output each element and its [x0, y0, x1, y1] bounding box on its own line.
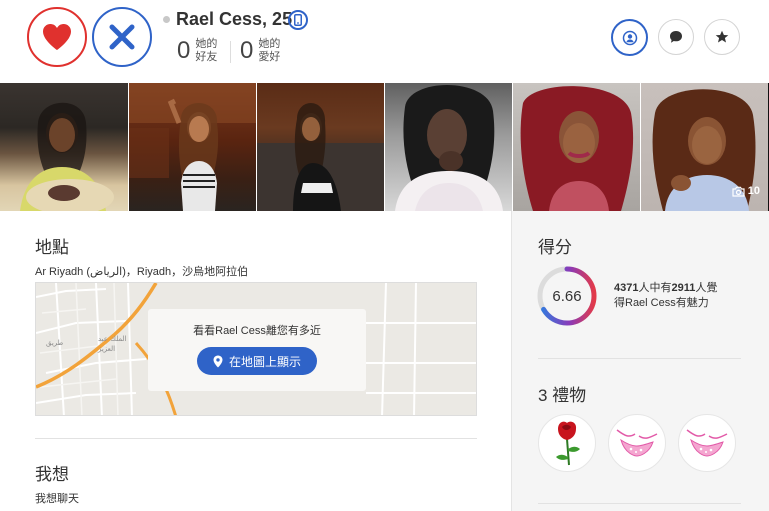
heart-icon: [43, 24, 71, 50]
online-status-dot: [163, 16, 170, 23]
user-icon: [622, 30, 637, 45]
section-divider: [538, 358, 741, 359]
show-on-map-label: 在地圖上顯示: [228, 354, 301, 369]
location-text: Ar Riyadh (الرياض)，Riyadh，沙烏地阿拉伯: [35, 266, 249, 278]
profile-button[interactable]: [611, 19, 648, 56]
svg-text:طريق: طريق: [46, 339, 64, 347]
gift-bikini[interactable]: [608, 414, 666, 472]
bikini-icon: [686, 429, 728, 457]
want-text: 我想聊天: [35, 493, 79, 505]
bikini-icon: [616, 429, 658, 457]
photo-thumbnail[interactable]: [0, 83, 128, 211]
photo-strip: 10: [0, 83, 769, 211]
want-title: 我想: [35, 465, 69, 484]
hobbies-count: 0: [240, 37, 254, 64]
friends-count: 0: [177, 37, 191, 64]
svg-text:العزيز: العزيز: [97, 345, 115, 353]
svg-text:الملك عبد: الملك عبد: [98, 335, 127, 343]
like-button[interactable]: [27, 7, 87, 67]
phone-verified-icon[interactable]: [288, 10, 308, 30]
friends-label: 她的 好友: [195, 38, 218, 63]
photo-thumbnail[interactable]: 10: [640, 83, 768, 211]
location-title: 地點: [35, 238, 69, 257]
stat-divider: [230, 41, 231, 63]
star-icon: [715, 30, 729, 43]
photo-thumbnail[interactable]: [512, 83, 640, 211]
location-map[interactable]: طريق الملك عبد العزيز 看看Rael Cess離您有多近 在…: [35, 282, 477, 416]
close-icon: [109, 24, 135, 50]
map-prompt-text: 看看Rael Cess離您有多近: [193, 325, 321, 337]
gift-bikini[interactable]: [678, 414, 736, 472]
section-divider: [35, 438, 477, 439]
map-overlay-card: 看看Rael Cess離您有多近 在地圖上顯示: [148, 309, 366, 391]
score-value: 6.66: [552, 287, 582, 305]
show-on-map-button[interactable]: 在地圖上顯示: [197, 347, 317, 375]
photo-count: 10: [747, 185, 760, 197]
map-pin-icon: [213, 355, 223, 367]
score-title: 得分: [538, 238, 572, 257]
camera-icon: [732, 186, 745, 197]
section-divider: [538, 503, 741, 504]
friends-stat[interactable]: 0 她的 好友: [177, 36, 221, 66]
photo-thumbnail[interactable]: [256, 83, 384, 211]
pass-button[interactable]: [92, 7, 152, 67]
hobbies-stat[interactable]: 0 她的 愛好: [240, 36, 284, 66]
profile-header: Rael Cess, 25 0 她的 好友 0 她的 愛好: [0, 0, 769, 83]
chat-button[interactable]: [658, 19, 694, 55]
score-description: 4371人中有2911人覺 得Rael Cess有魅力: [614, 282, 718, 309]
gifts-title: 3 禮物: [538, 386, 587, 405]
favorite-button[interactable]: [704, 19, 740, 55]
profile-name: Rael Cess, 25: [176, 9, 293, 29]
chat-bubble-icon: [670, 31, 682, 43]
hobbies-label: 她的 愛好: [258, 38, 281, 63]
photo-thumbnail[interactable]: [384, 83, 512, 211]
photo-count-badge[interactable]: 10: [732, 185, 760, 197]
rose-icon: [556, 421, 580, 466]
photo-thumbnail[interactable]: [128, 83, 256, 211]
gift-rose[interactable]: [538, 414, 596, 472]
